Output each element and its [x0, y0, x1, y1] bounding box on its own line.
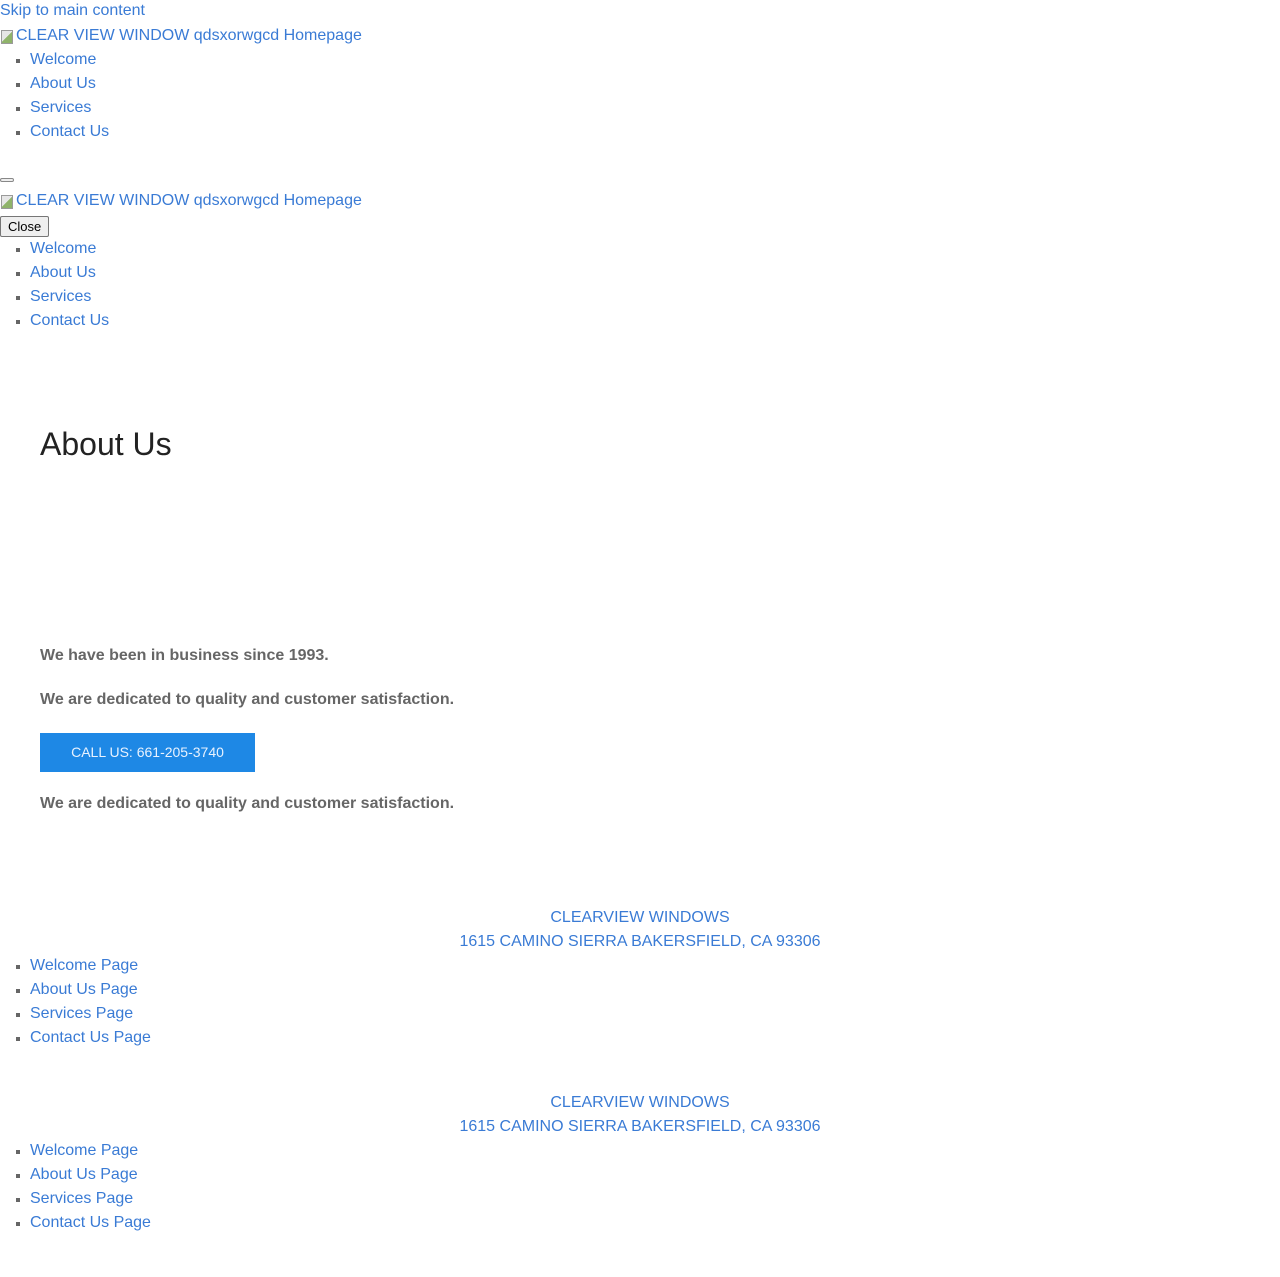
mobile-nav-item-contact: Contact Us: [30, 309, 109, 333]
header-nav: Welcome About Us Services Contact Us: [0, 48, 109, 144]
footer-nav-item: About Us Page: [30, 1163, 151, 1187]
skip-to-main-link[interactable]: Skip to main content: [0, 0, 145, 22]
homepage-logo-link[interactable]: CLEAR VIEW WINDOW qdsxorwgcd Homepage: [0, 25, 362, 47]
footer-nav-item: Welcome Page: [30, 1139, 151, 1163]
menu-toggle-button[interactable]: [0, 178, 14, 182]
footer-nav-item: Services Page: [30, 1002, 151, 1026]
footer-address-link[interactable]: 1615 CAMINO SIERRA BAKERSFIELD, CA 93306: [0, 930, 1280, 954]
mobile-homepage-logo-link[interactable]: CLEAR VIEW WINDOW qdsxorwgcd Homepage: [0, 190, 362, 212]
call-us-button[interactable]: CALL US: 661-205-3740: [40, 733, 255, 772]
nav-item-about: About Us: [30, 72, 109, 96]
mobile-nav-item-services: Services: [30, 285, 109, 309]
footer-nav: Welcome Page About Us Page Services Page…: [0, 1139, 151, 1235]
mobile-nav-link-services[interactable]: Services: [30, 288, 91, 305]
footer-address-block: CLEARVIEW WINDOWS 1615 CAMINO SIERRA BAK…: [0, 1091, 1280, 1139]
footer-nav-item: About Us Page: [30, 978, 151, 1002]
footer-link-about[interactable]: About Us Page: [30, 1166, 138, 1183]
footer-nav-item: Contact Us Page: [30, 1026, 151, 1050]
footer-link-contact[interactable]: Contact Us Page: [30, 1029, 151, 1046]
mobile-nav-link-welcome[interactable]: Welcome: [30, 240, 96, 257]
footer-link-services[interactable]: Services Page: [30, 1005, 133, 1022]
footer-nav-item: Welcome Page: [30, 954, 151, 978]
footer-link-welcome[interactable]: Welcome Page: [30, 1142, 138, 1159]
mobile-nav-item-about: About Us: [30, 261, 109, 285]
footer-address-link[interactable]: 1615 CAMINO SIERRA BAKERSFIELD, CA 93306: [0, 1115, 1280, 1139]
mobile-nav-item-welcome: Welcome: [30, 237, 109, 261]
nav-link-contact[interactable]: Contact Us: [30, 123, 109, 140]
dedication-text-repeat: We are dedicated to quality and customer…: [40, 795, 455, 812]
footer-nav-item: Contact Us Page: [30, 1211, 151, 1235]
mobile-nav-link-about[interactable]: About Us: [30, 264, 96, 281]
footer-link-welcome[interactable]: Welcome Page: [30, 957, 138, 974]
broken-image-icon: [0, 28, 14, 44]
close-menu-button[interactable]: Close: [0, 216, 50, 237]
footer-address-block: CLEARVIEW WINDOWS 1615 CAMINO SIERRA BAK…: [0, 906, 1280, 954]
dedication-text: We are dedicated to quality and customer…: [40, 691, 455, 708]
logo-alt-text: CLEAR VIEW WINDOW qdsxorwgcd Homepage: [16, 192, 362, 209]
footer-nav-item: Services Page: [30, 1187, 151, 1211]
footer-link-about[interactable]: About Us Page: [30, 981, 138, 998]
nav-link-welcome[interactable]: Welcome: [30, 51, 96, 68]
footer-company-link[interactable]: CLEARVIEW WINDOWS: [0, 1091, 1280, 1115]
nav-link-about[interactable]: About Us: [30, 75, 96, 92]
footer-link-services[interactable]: Services Page: [30, 1190, 133, 1207]
nav-link-services[interactable]: Services: [30, 99, 91, 116]
broken-image-icon: [0, 193, 14, 209]
page-title: About Us: [40, 426, 172, 462]
footer-link-contact[interactable]: Contact Us Page: [30, 1214, 151, 1231]
footer-nav: Welcome Page About Us Page Services Page…: [0, 954, 151, 1050]
logo-alt-text: CLEAR VIEW WINDOW qdsxorwgcd Homepage: [16, 27, 362, 44]
mobile-nav-link-contact[interactable]: Contact Us: [30, 312, 109, 329]
nav-item-services: Services: [30, 96, 109, 120]
nav-item-welcome: Welcome: [30, 48, 109, 72]
nav-item-contact: Contact Us: [30, 120, 109, 144]
footer-company-link[interactable]: CLEARVIEW WINDOWS: [0, 906, 1280, 930]
mobile-nav: Welcome About Us Services Contact Us: [0, 237, 109, 333]
business-since-text: We have been in business since 1993.: [40, 647, 329, 664]
